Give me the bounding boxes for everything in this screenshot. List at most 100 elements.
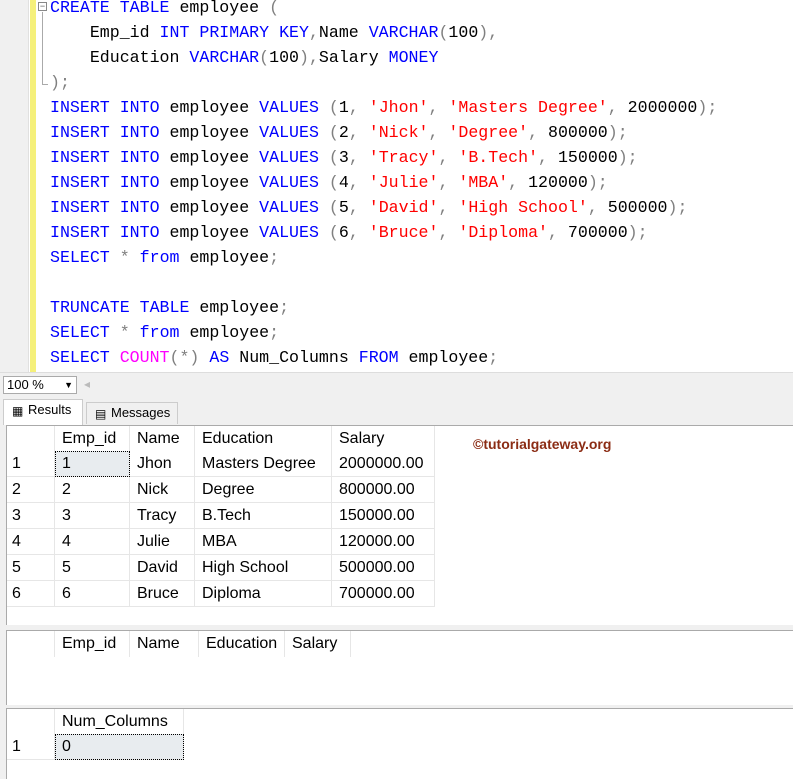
code-token: INTO [119, 148, 160, 167]
row-header-corner[interactable] [7, 631, 55, 657]
code-token: VALUES [259, 223, 319, 242]
grid-cell[interactable]: High School [195, 555, 332, 581]
code-token: employee [179, 248, 270, 267]
zoom-select[interactable]: 100 % ▼ [3, 376, 77, 394]
column-header[interactable]: Education [199, 631, 285, 657]
row-number[interactable]: 5 [7, 555, 55, 581]
code-token: 100 [269, 48, 299, 67]
row-header-corner[interactable] [7, 709, 55, 735]
code-line: SELECT * from employee; [50, 320, 717, 345]
row-number[interactable]: 6 [7, 581, 55, 607]
grid-cell[interactable]: Jhon [130, 451, 195, 477]
row-number[interactable]: 4 [7, 529, 55, 555]
tab-results-label: Results [28, 402, 72, 417]
grid-cell[interactable]: 700000.00 [332, 581, 435, 607]
grid-cell[interactable]: 5 [55, 555, 130, 581]
row-header-corner[interactable] [7, 426, 55, 452]
code-token: INSERT [50, 148, 110, 167]
code-token: ); [617, 148, 638, 167]
grid-cell[interactable]: 800000.00 [332, 477, 435, 503]
grid-cell[interactable]: 4 [55, 529, 130, 555]
sql-code[interactable]: CREATE TABLE employee ( Emp_id INT PRIMA… [50, 0, 717, 370]
code-token: , [607, 98, 628, 117]
column-header[interactable]: Emp_id [55, 631, 130, 657]
column-header[interactable]: Salary [332, 426, 435, 452]
code-line: INSERT INTO employee VALUES (6, 'Bruce',… [50, 220, 717, 245]
code-token: , [308, 48, 319, 67]
grid-cell[interactable]: 6 [55, 581, 130, 607]
grid-cell[interactable]: 0 [55, 734, 184, 760]
row-number[interactable]: 3 [7, 503, 55, 529]
code-token: 'Tracy' [368, 148, 439, 167]
code-token: TABLE [119, 0, 170, 17]
tab-results[interactable]: ▦ Results [3, 399, 83, 425]
code-token: Emp_id [50, 23, 160, 42]
column-header[interactable]: Name [130, 631, 199, 657]
tab-messages-label: Messages [111, 405, 171, 420]
code-token: , [348, 198, 369, 217]
code-token: ); [667, 198, 688, 217]
column-header[interactable]: Education [195, 426, 332, 452]
row-number[interactable]: 1 [7, 734, 55, 760]
grid-cell[interactable]: MBA [195, 529, 332, 555]
grid-cell[interactable]: B.Tech [195, 503, 332, 529]
tab-messages[interactable]: ▤ Messages [86, 402, 178, 424]
code-token: , [348, 98, 369, 117]
result-grid-employees[interactable]: ©tutorialgateway.org Emp_id Name Education S… [6, 425, 793, 625]
change-indicator-bar [30, 0, 36, 372]
chevron-down-icon: ▼ [64, 380, 73, 390]
grid-cell[interactable]: Diploma [195, 581, 332, 607]
grid-cell[interactable]: David [130, 555, 195, 581]
grid-cell[interactable]: 120000.00 [332, 529, 435, 555]
zoom-bar: 100 % ▼ ◂ [0, 372, 793, 396]
column-header[interactable]: Name [130, 426, 195, 452]
code-token: TABLE [139, 298, 190, 317]
code-token: 500000 [607, 198, 668, 217]
grid-cell[interactable]: 150000.00 [332, 503, 435, 529]
collapse-icon[interactable]: − [38, 2, 47, 11]
code-token: , [438, 173, 459, 192]
code-token: , [348, 148, 369, 167]
grid-cell[interactable]: 1 [55, 451, 130, 477]
grid-cell[interactable]: Degree [195, 477, 332, 503]
code-token: 'Degree' [448, 123, 529, 142]
grid-cell[interactable]: Nick [130, 477, 195, 503]
code-token: ); [50, 73, 70, 92]
scroll-left-icon[interactable]: ◂ [84, 377, 90, 391]
result-grid-count[interactable]: Num_Columns 1 0 [6, 708, 793, 779]
result-grid-empty[interactable]: Emp_id Name Education Salary [6, 630, 793, 705]
column-header[interactable]: Salary [285, 631, 351, 657]
grid-cell[interactable]: 500000.00 [332, 555, 435, 581]
code-token: 'Julie' [368, 173, 439, 192]
column-header[interactable]: Num_Columns [55, 709, 184, 735]
results-tabbar: ▦ Results ▤ Messages [0, 396, 793, 425]
query-editor[interactable]: − CREATE TABLE employee ( Emp_id INT PRI… [0, 0, 793, 372]
code-token: Num_Columns [229, 348, 359, 367]
code-token: 2 [338, 123, 349, 142]
row-number[interactable]: 2 [7, 477, 55, 503]
code-token: PRIMARY [199, 23, 270, 42]
grid-cell[interactable]: Bruce [130, 581, 195, 607]
grid-cell[interactable]: Masters Degree [195, 451, 332, 477]
grid-cell[interactable]: 2000000.00 [332, 451, 435, 477]
grid-cell[interactable]: 3 [55, 503, 130, 529]
code-token: from [139, 248, 180, 267]
grid-cell[interactable]: Julie [130, 529, 195, 555]
column-header[interactable]: Emp_id [55, 426, 130, 452]
row-number[interactable]: 1 [7, 451, 55, 477]
code-token: , [348, 123, 369, 142]
code-token: Education [50, 48, 190, 67]
grid-cell[interactable]: 2 [55, 477, 130, 503]
code-token: VALUES [259, 123, 319, 142]
grid-cell[interactable]: Tracy [130, 503, 195, 529]
code-token: VALUES [259, 198, 319, 217]
code-token: employee [159, 198, 260, 217]
